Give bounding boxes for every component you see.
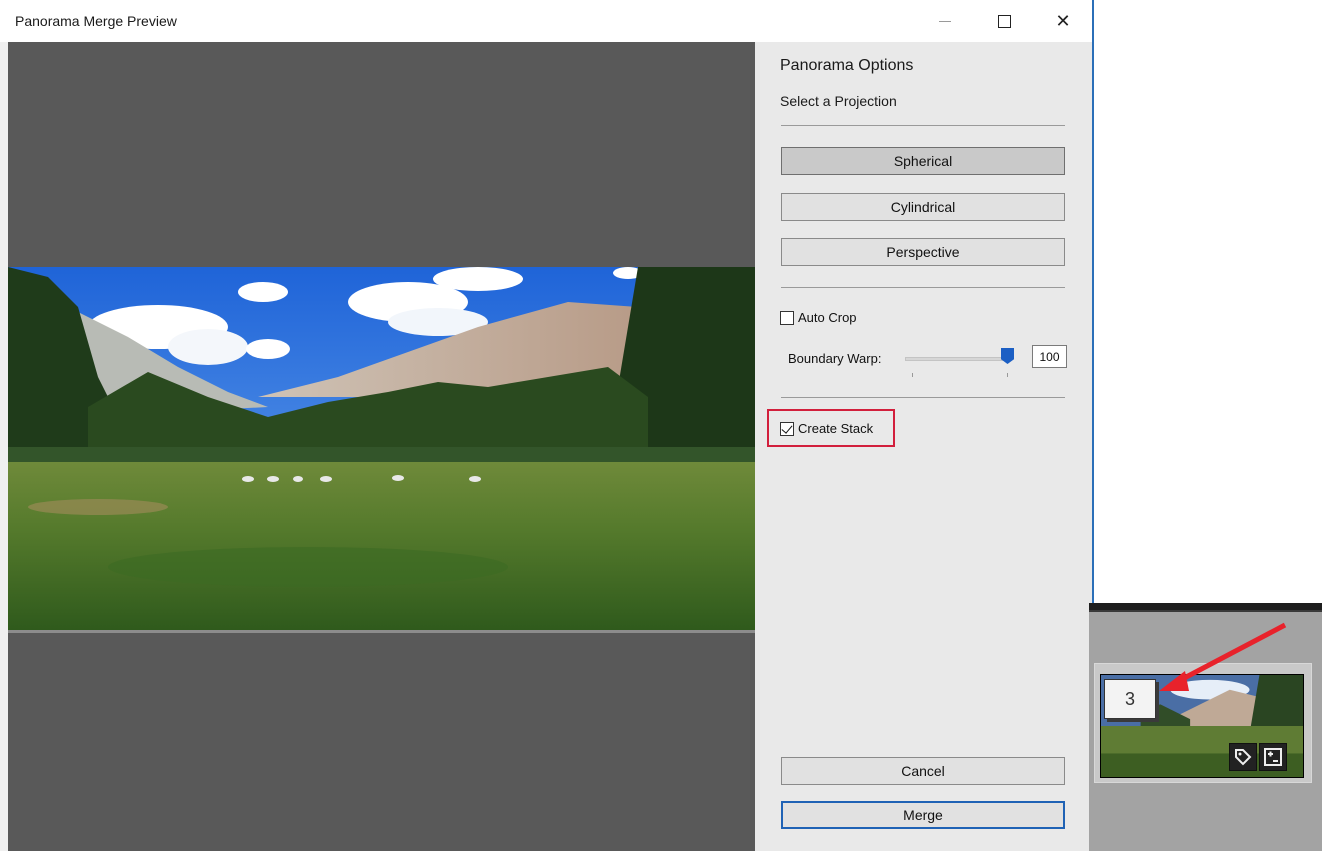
divider: [781, 397, 1065, 398]
tag-icon[interactable]: [1229, 743, 1257, 771]
adjust-icon-glyph: [1264, 748, 1282, 766]
close-icon: ✕: [1055, 10, 1071, 31]
projection-subheading: Select a Projection: [780, 93, 897, 109]
maximize-icon: [997, 14, 1011, 28]
adjust-icon[interactable]: [1259, 743, 1287, 771]
auto-crop-checkbox[interactable]: [780, 310, 794, 325]
preview-area: [8, 42, 755, 851]
divider: [781, 287, 1065, 288]
panorama-preview-image: [8, 267, 755, 630]
minimize-icon: [939, 20, 951, 22]
panel-heading: Panorama Options: [780, 57, 914, 74]
boundary-warp-label: Boundary Warp:: [788, 351, 882, 366]
library-thumbnail-inset: 3: [1089, 603, 1322, 851]
thumbnail-badges: [1229, 743, 1287, 771]
close-button[interactable]: ✕: [1040, 0, 1086, 42]
create-stack-highlight-box: [767, 409, 895, 447]
boundary-warp-value-field[interactable]: 100: [1032, 345, 1067, 368]
stack-count-badge: 3: [1104, 679, 1156, 719]
boundary-warp-slider-thumb[interactable]: [1001, 348, 1014, 364]
cancel-button[interactable]: Cancel: [781, 757, 1065, 785]
maximize-button[interactable]: [981, 0, 1027, 42]
merge-button[interactable]: Merge: [781, 801, 1065, 829]
slider-tick: [912, 373, 913, 377]
window-title: Panorama Merge Preview: [15, 13, 177, 29]
title-bar: Panorama Merge Preview ✕: [0, 0, 1092, 42]
auto-crop-option[interactable]: Auto Crop: [780, 310, 857, 325]
panorama-merge-window: Panorama Merge Preview ✕ Panorama Option…: [0, 0, 1094, 851]
slider-tick: [1007, 373, 1008, 377]
spherical-button[interactable]: Spherical: [781, 147, 1065, 175]
divider: [781, 125, 1065, 126]
auto-crop-label: Auto Crop: [798, 310, 857, 325]
cylindrical-button[interactable]: Cylindrical: [781, 193, 1065, 221]
perspective-button[interactable]: Perspective: [781, 238, 1065, 266]
stage: Panorama Merge Preview ✕ Panorama Option…: [0, 0, 1322, 851]
boundary-warp-slider-track[interactable]: [905, 357, 1011, 361]
tag-icon-glyph: [1235, 749, 1252, 766]
preview-bottom-border: [8, 630, 755, 633]
minimize-button[interactable]: [922, 0, 968, 42]
